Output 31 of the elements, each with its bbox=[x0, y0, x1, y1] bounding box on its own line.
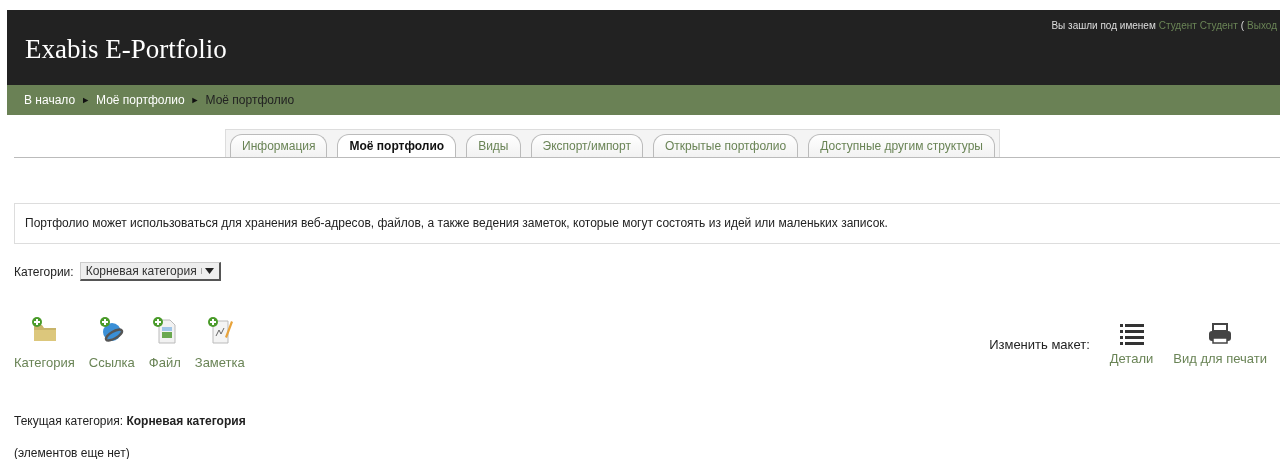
add-link[interactable]: Категория bbox=[14, 315, 75, 370]
logout-link[interactable]: Выход bbox=[1247, 20, 1277, 31]
tab[interactable]: Экспорт/импорт bbox=[530, 134, 643, 157]
breadcrumb-link[interactable]: Моё портфолио bbox=[205, 93, 295, 107]
breadcrumb-link[interactable]: В начало bbox=[24, 93, 76, 107]
layout-label: Изменить макет: bbox=[989, 337, 1090, 352]
layout-link[interactable]: Вид для печати bbox=[1173, 323, 1267, 366]
tab[interactable]: Информация bbox=[230, 134, 328, 157]
category-select[interactable]: Корневая категория bbox=[79, 262, 221, 281]
breadcrumb-link[interactable]: Моё портфолио bbox=[96, 93, 185, 107]
login-text: Вы зашли под именем bbox=[1051, 20, 1156, 31]
site-title: Exabis E-Portfolio bbox=[25, 34, 227, 65]
breadcrumb-separator: ► bbox=[190, 95, 200, 105]
user-link[interactable]: Студент Студент bbox=[1158, 20, 1238, 31]
list-icon bbox=[1119, 323, 1144, 345]
add-link[interactable]: Заметка bbox=[194, 315, 245, 370]
category-label: Категории: bbox=[14, 264, 74, 279]
tab[interactable]: Доступные другим структуры bbox=[808, 134, 995, 157]
paren: ( bbox=[1240, 20, 1245, 31]
tab[interactable]: Моё портфолио bbox=[337, 134, 457, 157]
tab[interactable]: Виды bbox=[466, 134, 521, 157]
printer-icon bbox=[1208, 323, 1233, 345]
add-link[interactable]: Файл bbox=[148, 315, 181, 370]
info-text: Портфолио может использоваться для хранения веб-адресов, файлов, а также ведения заметок, которые могут состоять из идей или маленьких записок. bbox=[25, 216, 888, 230]
breadcrumb-separator: ► bbox=[81, 95, 91, 105]
caret-icon bbox=[204, 268, 214, 274]
add-link[interactable]: Ссылка bbox=[88, 315, 135, 370]
empty-note: (элементов еще нет) bbox=[14, 446, 131, 459]
current-category-text: Текущая категория: Корневая категория bbox=[14, 414, 247, 428]
layout-link[interactable]: Детали bbox=[1109, 323, 1154, 366]
tab[interactable]: Открытые портфолио bbox=[652, 134, 799, 157]
